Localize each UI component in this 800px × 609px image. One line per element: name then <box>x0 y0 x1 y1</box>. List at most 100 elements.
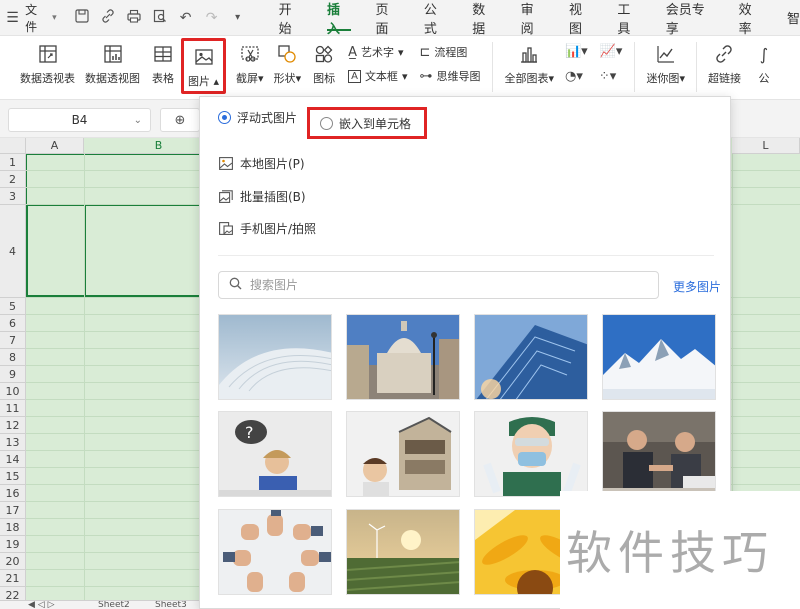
column-chart-icon[interactable]: 📊▾ <box>565 44 588 59</box>
stock-photo-business-handshake[interactable] <box>602 411 716 497</box>
row-header[interactable]: 5 <box>0 298 26 315</box>
tab-view[interactable]: 视图 <box>557 0 605 37</box>
mindmap-button[interactable]: ⊶ 思维导图 <box>419 68 480 84</box>
stock-photo-glass-building[interactable] <box>474 314 588 400</box>
row-header[interactable]: 6 <box>0 315 26 332</box>
table-button[interactable]: 表格 <box>145 42 181 86</box>
screenshot-button[interactable]: 截屏▾ <box>226 42 269 86</box>
row-header[interactable]: 13 <box>0 434 26 451</box>
hyperlink-button[interactable]: 超链接 <box>703 42 746 86</box>
name-box[interactable]: B4 ⌄ <box>8 108 151 132</box>
zoom-button[interactable]: ⊕ <box>160 108 200 132</box>
row-header[interactable]: 1 <box>0 154 26 171</box>
row-header[interactable]: 21 <box>0 570 26 587</box>
nav-arrows-icon[interactable]: ◀ ◁ ▷ <box>28 601 55 609</box>
picture-search-box[interactable] <box>218 271 659 299</box>
pivot-chart-label: 数据透视图 <box>85 72 140 85</box>
tab-data[interactable]: 数据 <box>460 0 508 37</box>
row-header[interactable]: 8 <box>0 349 26 366</box>
table-icon <box>150 42 176 66</box>
scatter-chart-icon[interactable]: ⁘▾ <box>599 69 616 84</box>
pivot-table-label: 数据透视表 <box>20 72 75 85</box>
row-header[interactable]: 14 <box>0 451 26 468</box>
tab-page[interactable]: 页面 <box>363 0 411 37</box>
tab-smart[interactable]: 智 <box>775 0 800 35</box>
chevron-down-icon[interactable]: ▾ <box>229 12 247 23</box>
ribbon-separator <box>492 42 494 92</box>
hamburger-icon[interactable]: ☰ <box>0 10 25 26</box>
panel-divider <box>218 255 714 256</box>
row-header[interactable]: 19 <box>0 536 26 553</box>
stock-photo-hands-circle[interactable] <box>218 509 332 595</box>
tab-member[interactable]: 会员专享 <box>654 0 727 37</box>
row-header[interactable]: 16 <box>0 485 26 502</box>
column-header-l[interactable]: L <box>732 138 800 154</box>
stock-photo-snow-mountains[interactable] <box>602 314 716 400</box>
ribbon-toolbar: 数据透视表 数据透视图 表格 图片 ▴ 截屏▾ 形状▾ 图标 A̲ 艺术字 ▾ … <box>0 36 800 100</box>
batch-insert-item[interactable]: 批量插图(B) <box>218 188 306 205</box>
stock-photo-medical-worker[interactable] <box>474 411 588 497</box>
tab-efficiency[interactable]: 效率 <box>727 0 775 37</box>
sheet-tab[interactable]: Sheet2 <box>98 601 130 609</box>
sparkline-label: 迷你图▾ <box>646 72 685 85</box>
row-header[interactable]: 9 <box>0 366 26 383</box>
row-header[interactable]: 22 <box>0 587 26 600</box>
row-header[interactable]: 18 <box>0 519 26 536</box>
picture-search-input[interactable] <box>250 278 630 292</box>
tab-formula[interactable]: 公式 <box>412 0 460 37</box>
link-share-icon[interactable] <box>99 8 117 27</box>
all-charts-button[interactable]: 全部图表▾ <box>499 42 559 86</box>
stock-photo-house-model[interactable] <box>346 411 460 497</box>
icons-button[interactable]: 图标 <box>306 42 342 86</box>
row-header[interactable]: 2 <box>0 171 26 188</box>
phone-picture-item[interactable]: 手机图片/拍照 <box>218 220 316 237</box>
flowchart-icon: ⊏ <box>419 44 431 60</box>
row-header[interactable]: 7 <box>0 332 26 349</box>
screenshot-label: 截屏▾ <box>236 72 264 85</box>
wordart-button[interactable]: A̲ 艺术字 ▾ <box>348 44 407 60</box>
row-header[interactable]: 12 <box>0 417 26 434</box>
save-icon[interactable] <box>73 8 91 27</box>
column-header-a[interactable]: A <box>26 138 84 154</box>
line-chart-icon[interactable]: 📈▾ <box>600 44 623 59</box>
stock-photo-thinking-girl[interactable]: ? <box>218 411 332 497</box>
print-preview-icon[interactable] <box>151 9 169 27</box>
sparkline-button[interactable]: 迷你图▾ <box>641 42 690 86</box>
radio-selected-icon <box>218 111 231 124</box>
file-menu[interactable]: 文件 ▾ <box>25 1 65 35</box>
row-header[interactable]: 4 <box>0 205 26 298</box>
row-header[interactable]: 17 <box>0 502 26 519</box>
local-picture-item[interactable]: 本地图片(P) <box>218 155 305 172</box>
redo-icon[interactable]: ↷ <box>203 10 221 26</box>
stock-photo-paris-dome[interactable] <box>346 314 460 400</box>
shapes-button[interactable]: 形状▾ <box>269 42 307 86</box>
tab-tools[interactable]: 工具 <box>605 0 653 37</box>
pivot-table-button[interactable]: 数据透视表 <box>0 42 80 86</box>
row-header[interactable]: 15 <box>0 468 26 485</box>
print-icon[interactable] <box>125 9 143 27</box>
stock-photo-modern-architecture[interactable] <box>218 314 332 400</box>
formula-label: 公 <box>758 72 770 85</box>
stock-photo-wind-farm[interactable] <box>346 509 460 595</box>
tab-home[interactable]: 开始 <box>267 0 315 37</box>
tab-insert[interactable]: 插入 <box>315 0 363 37</box>
cell-a4-border <box>26 204 86 297</box>
row-header[interactable]: 10 <box>0 383 26 400</box>
corner-cell[interactable] <box>0 138 26 154</box>
picture-button[interactable]: 图片 ▴ <box>181 38 227 94</box>
sheet-tab[interactable]: Sheet3 <box>155 601 187 609</box>
pie-chart-icon[interactable]: ◔▾ <box>565 69 583 84</box>
row-header[interactable]: 11 <box>0 400 26 417</box>
textbox-button[interactable]: A 文本框 ▾ <box>348 68 407 84</box>
row-header[interactable]: 3 <box>0 188 26 205</box>
row-header[interactable]: 20 <box>0 553 26 570</box>
float-picture-option[interactable]: 浮动式图片 <box>218 109 297 126</box>
tab-review[interactable]: 审阅 <box>509 0 557 37</box>
file-menu-label: 文件 <box>25 2 38 34</box>
pivot-chart-button[interactable]: 数据透视图 <box>80 42 145 86</box>
undo-icon[interactable]: ↶ <box>177 10 195 26</box>
flowchart-button[interactable]: ⊏ 流程图 <box>419 44 480 60</box>
embed-cell-option[interactable]: 嵌入到单元格 <box>307 107 427 139</box>
formula-button[interactable]: ∫ 公 <box>746 42 782 86</box>
more-pictures-link[interactable]: 更多图片 <box>673 278 721 295</box>
